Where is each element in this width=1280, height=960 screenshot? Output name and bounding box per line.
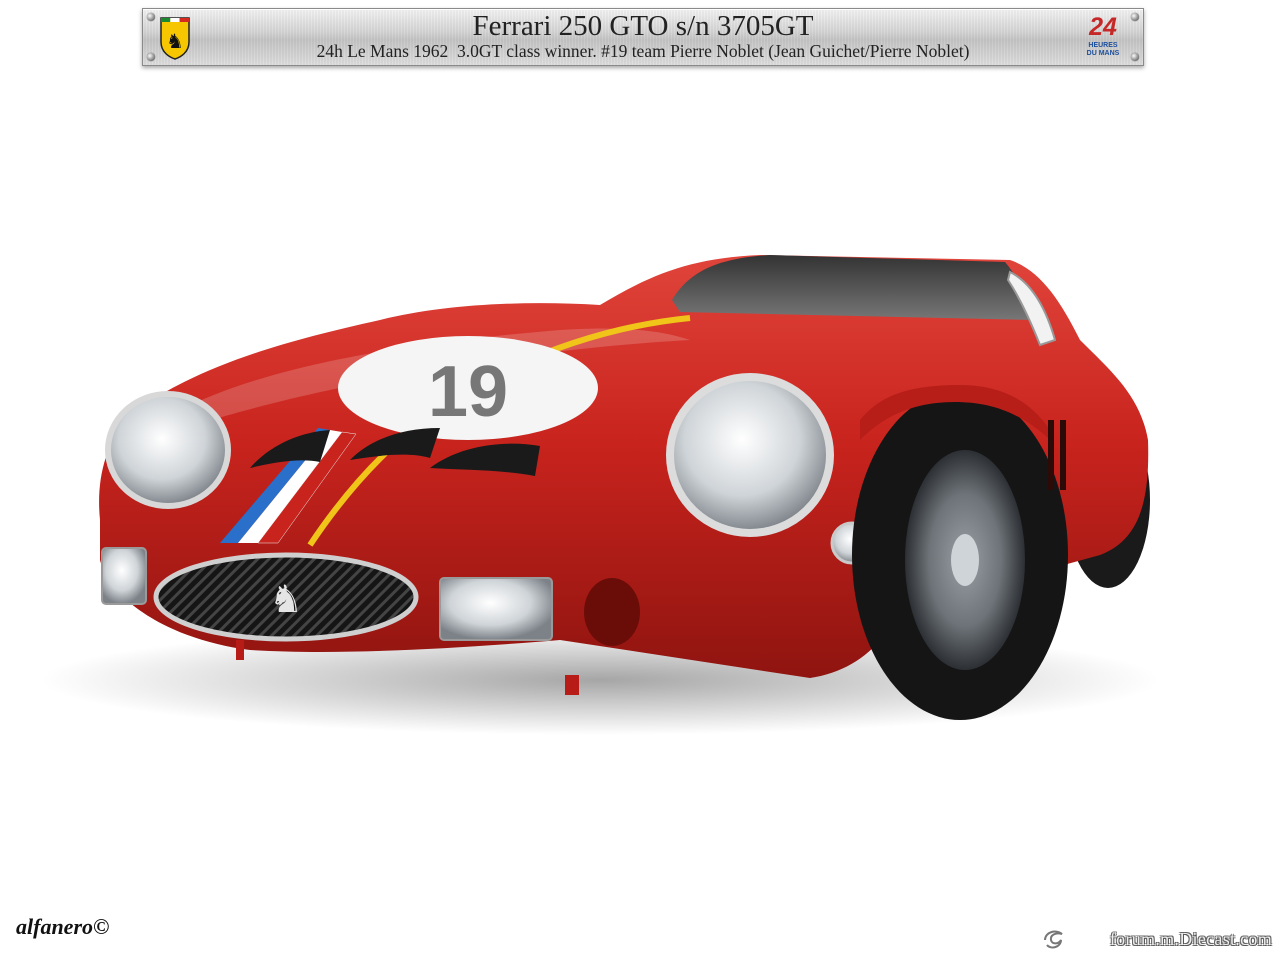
lemans-number: 24 bbox=[1089, 13, 1117, 41]
tow-tab-left bbox=[236, 640, 244, 660]
right-headlight bbox=[666, 373, 834, 537]
swirl-logo-icon bbox=[1044, 930, 1063, 949]
author-signature: alfanero© bbox=[16, 914, 110, 939]
brake-duct bbox=[584, 578, 640, 646]
race-number: 19 bbox=[428, 352, 508, 432]
side-vent-2 bbox=[1060, 420, 1066, 490]
left-driving-lamp bbox=[101, 547, 147, 605]
le-mans-24h-logo: 24 HEURES DU MANS bbox=[1081, 13, 1125, 61]
windscreen bbox=[672, 255, 1035, 320]
title-plate: ♞ Ferrari 250 GTO s/n 3705GT 24h Le Mans… bbox=[142, 8, 1144, 66]
plate-subtitle: 24h Le Mans 1962 3.0GT class winner. #19… bbox=[316, 41, 970, 61]
front-wheel-spinner bbox=[951, 534, 979, 586]
tow-tab-right bbox=[565, 675, 579, 695]
right-driving-lamp bbox=[439, 577, 553, 641]
plate-title: Ferrari 250 GTO s/n 3705GT bbox=[472, 10, 814, 42]
site-watermark: forum.m.Diecast.com bbox=[1109, 929, 1272, 949]
left-headlight bbox=[105, 391, 231, 509]
lemans-line2: DU MANS bbox=[1086, 50, 1120, 57]
prancing-horse-emblem: ♞ bbox=[269, 579, 303, 621]
side-vent-1 bbox=[1048, 420, 1054, 490]
car-photo: 19 ♞ bbox=[40, 255, 1160, 735]
lemans-line1: HEURES bbox=[1088, 42, 1118, 49]
